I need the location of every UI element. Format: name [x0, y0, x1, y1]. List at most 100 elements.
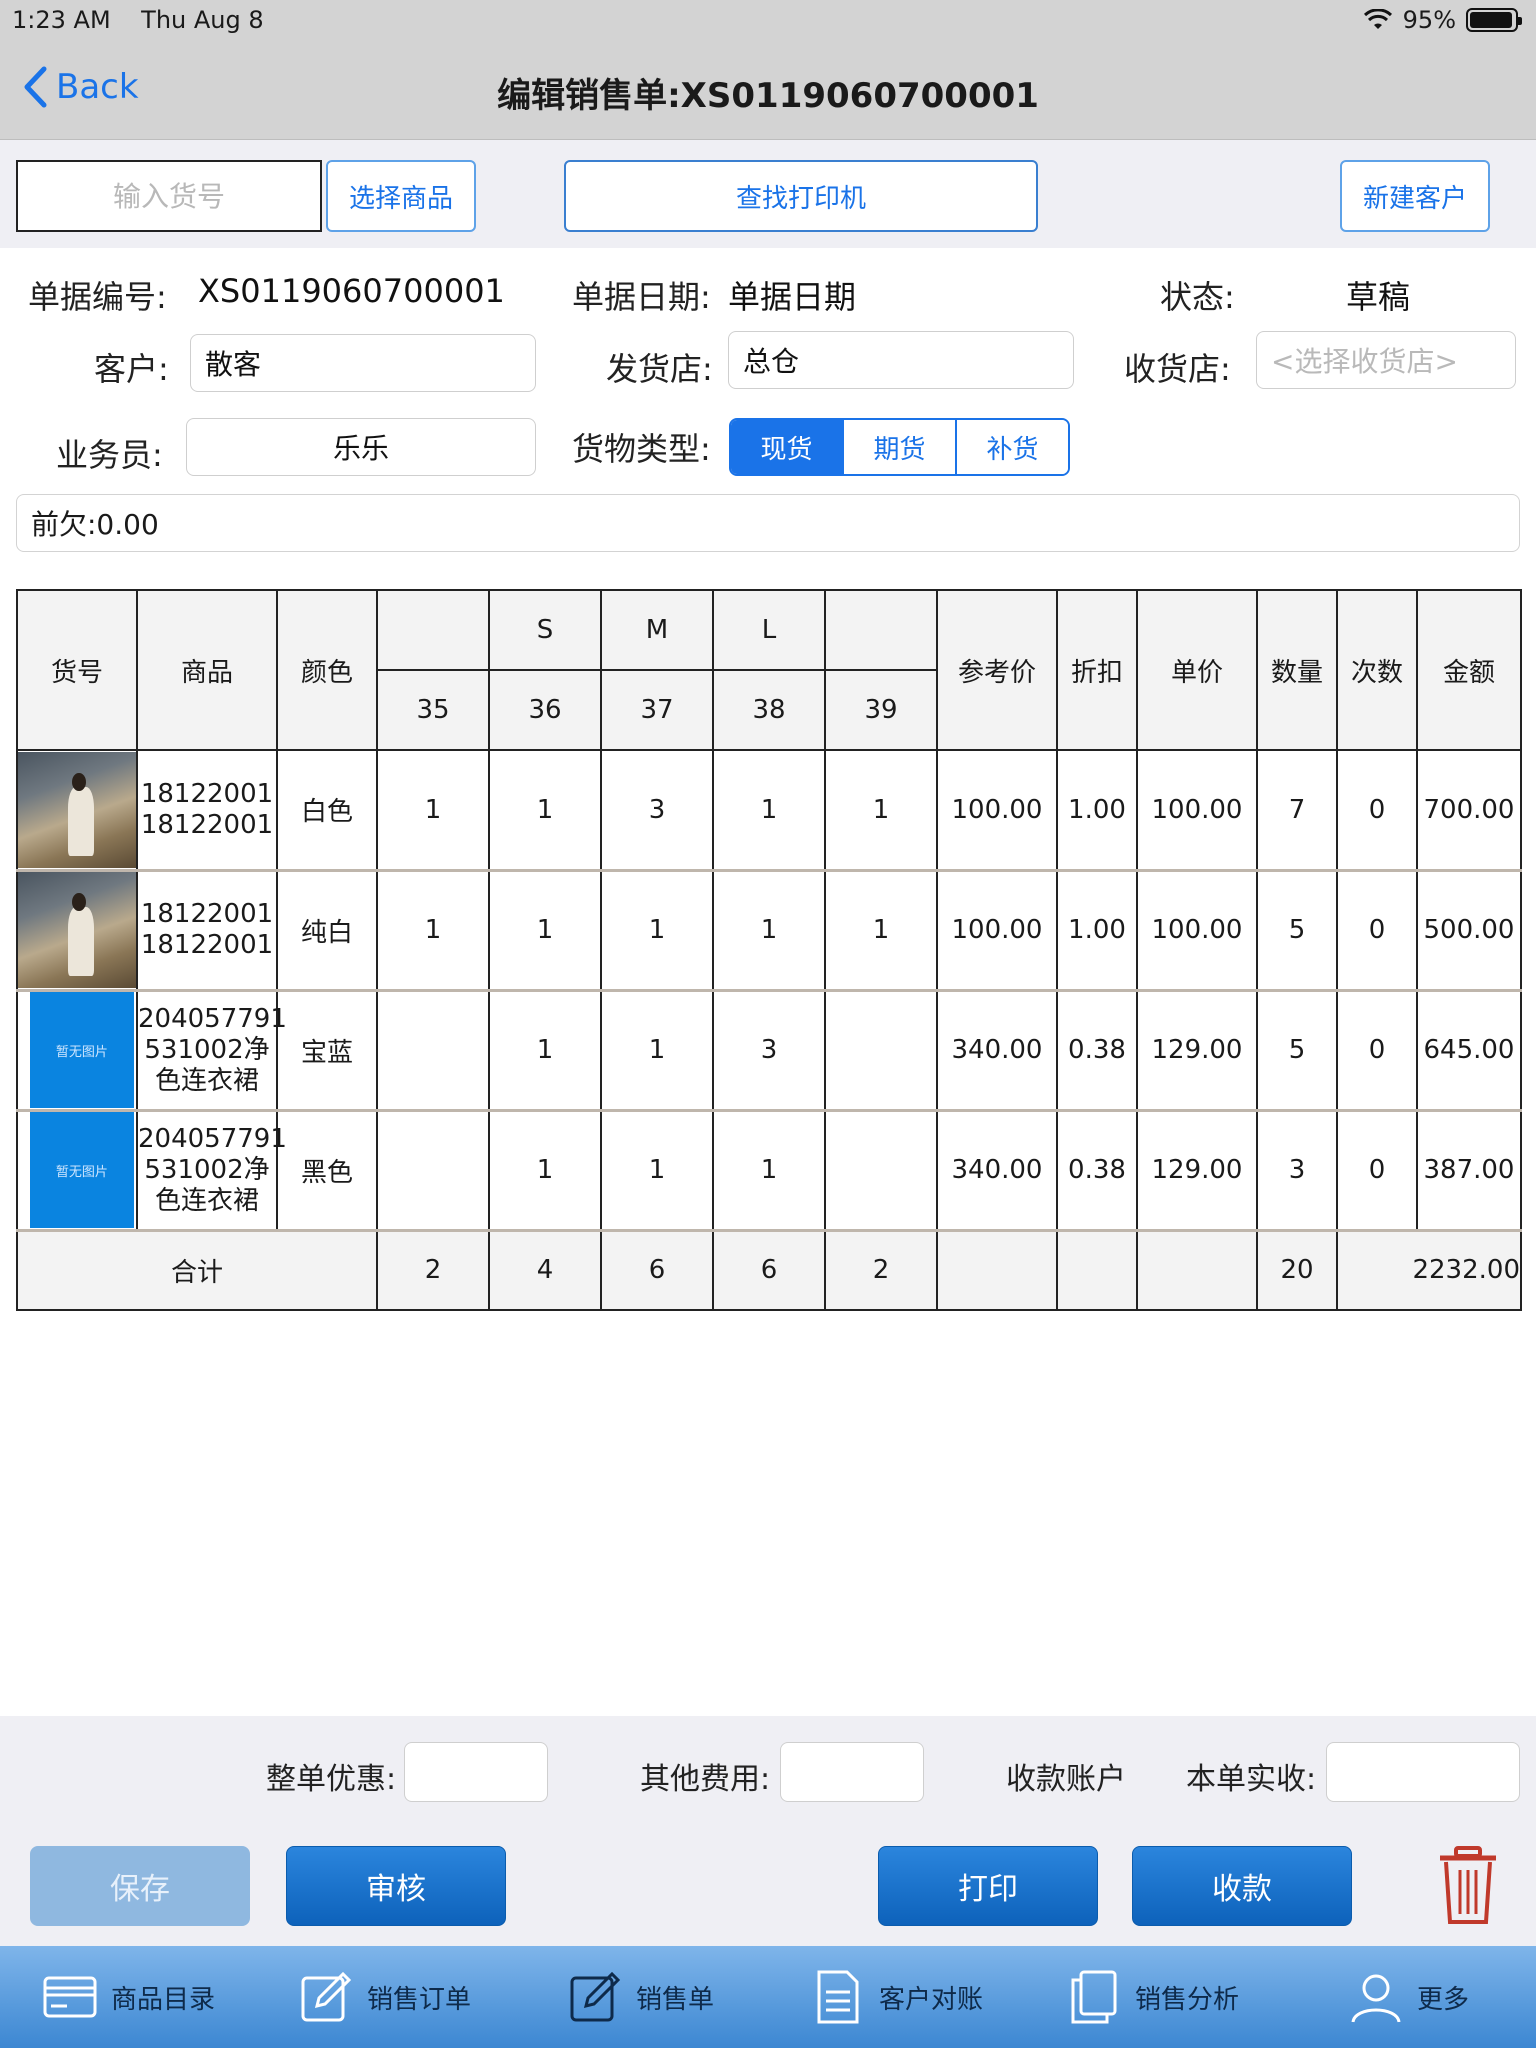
- unit-price-cell[interactable]: 100.00: [1136, 869, 1258, 992]
- tab-goods-catalog[interactable]: 商品目录: [0, 1946, 256, 2048]
- size-qty-cell[interactable]: [376, 1109, 490, 1232]
- discount-cell[interactable]: 1.00: [1056, 749, 1138, 872]
- size-qty-cell[interactable]: 3: [712, 989, 826, 1112]
- customer-field[interactable]: 散客: [190, 334, 536, 392]
- size-qty-cell[interactable]: 1: [824, 869, 938, 992]
- size-qty-cell[interactable]: 1: [600, 1109, 714, 1232]
- document-icon: [817, 1970, 859, 2024]
- other-fee-label: 其他费用:: [640, 1762, 771, 1797]
- size-qty-cell[interactable]: 1: [488, 989, 602, 1112]
- size-qty-cell[interactable]: [824, 989, 938, 1112]
- collect-button[interactable]: 收款: [1132, 1846, 1352, 1926]
- salesman-field[interactable]: 乐乐: [186, 418, 536, 476]
- goods-type-futures[interactable]: 期货: [844, 420, 957, 474]
- product-thumbnail-cell[interactable]: 暂无图片: [16, 989, 138, 1112]
- size-qty-cell[interactable]: 1: [488, 1109, 602, 1232]
- whole-discount-input[interactable]: [404, 1742, 548, 1802]
- trash-icon[interactable]: [1436, 1846, 1500, 1926]
- unit-price-cell[interactable]: 100.00: [1136, 749, 1258, 872]
- new-customer-button[interactable]: 新建客户: [1340, 160, 1490, 232]
- col-qty: 数量: [1256, 589, 1338, 751]
- discount-cell[interactable]: 0.38: [1056, 989, 1138, 1112]
- tab-customer-statement[interactable]: 客户对账: [768, 1946, 1024, 2048]
- size-qty-cell[interactable]: 1: [600, 989, 714, 1112]
- recv-store-field[interactable]: <选择收货店>: [1256, 331, 1516, 389]
- copy-icon: [1071, 1970, 1117, 2024]
- qty-cell: 3: [1256, 1109, 1338, 1232]
- size-qty-cell[interactable]: [824, 1109, 938, 1232]
- goods-type-replenish[interactable]: 补货: [957, 420, 1068, 474]
- col-size-group: S: [488, 589, 602, 671]
- clock: 1:23 AM: [12, 6, 111, 34]
- size-qty-cell[interactable]: 1: [712, 869, 826, 992]
- status-indicators: 95%: [1363, 6, 1522, 34]
- amount-cell: 500.00: [1416, 869, 1522, 992]
- col-discount: 折扣: [1056, 589, 1138, 751]
- tab-more[interactable]: 更多: [1280, 1946, 1536, 2048]
- amount-cell: 700.00: [1416, 749, 1522, 872]
- unit-price-cell[interactable]: 129.00: [1136, 989, 1258, 1112]
- actual-received-input[interactable]: [1326, 1742, 1520, 1802]
- col-amount: 金额: [1416, 589, 1522, 751]
- payment-account-label[interactable]: 收款账户: [1006, 1754, 1126, 1798]
- size-qty-cell[interactable]: 1: [376, 869, 490, 992]
- ship-store-field[interactable]: 总仓: [728, 331, 1074, 389]
- audit-button[interactable]: 审核: [286, 1846, 506, 1926]
- print-button[interactable]: 打印: [878, 1846, 1098, 1926]
- col-color: 颜色: [276, 589, 378, 751]
- size-qty-cell[interactable]: [376, 989, 490, 1112]
- save-button[interactable]: 保存: [30, 1846, 250, 1926]
- col-size-group: M: [600, 589, 714, 671]
- goods-type-spot[interactable]: 现货: [731, 420, 844, 474]
- customer-label: 客户:: [94, 350, 169, 388]
- actual-received-label: 本单实收:: [1186, 1762, 1317, 1797]
- discount-cell[interactable]: 0.38: [1056, 1109, 1138, 1232]
- table-body: 18122001 18122001 白色 1 1 3 1 1 100.00 1.00 100.00…: [16, 749, 1522, 1232]
- total-amount: 2232.00: [1336, 1229, 1522, 1311]
- col-size: 38: [712, 669, 826, 751]
- amount-cell: 645.00: [1416, 989, 1522, 1112]
- col-size: 36: [488, 669, 602, 751]
- bill-date-value[interactable]: 单据日期: [728, 272, 856, 318]
- times-cell: 0: [1336, 869, 1418, 992]
- person-icon: [1351, 1974, 1401, 2023]
- total-size: 2: [824, 1229, 938, 1311]
- color-cell: 白色: [276, 749, 378, 872]
- size-qty-cell[interactable]: 1: [488, 749, 602, 872]
- size-qty-cell[interactable]: 1: [600, 869, 714, 992]
- total-size: 4: [488, 1229, 602, 1311]
- product-thumbnail-cell[interactable]: 暂无图片: [16, 1109, 138, 1232]
- product-thumbnail-cell[interactable]: [16, 749, 138, 872]
- select-goods-button[interactable]: 选择商品: [326, 160, 476, 232]
- find-printer-button[interactable]: 查找打印机: [564, 160, 1038, 232]
- tab-sales-bill[interactable]: 销售单: [512, 1946, 768, 2048]
- other-fee-input[interactable]: [780, 1742, 924, 1802]
- tab-sales-order[interactable]: 销售订单: [256, 1946, 512, 2048]
- size-qty-cell[interactable]: 3: [600, 749, 714, 872]
- table-row[interactable]: 18122001 18122001 白色 1 1 3 1 1 100.00 1.00 100.00…: [16, 749, 1522, 872]
- size-qty-cell[interactable]: 1: [824, 749, 938, 872]
- size-qty-cell[interactable]: 1: [376, 749, 490, 872]
- unit-price-cell[interactable]: 129.00: [1136, 1109, 1258, 1232]
- ref-price-cell: 340.00: [936, 989, 1058, 1112]
- times-cell: 0: [1336, 1109, 1418, 1232]
- status-time: 1:23 AM Thu Aug 8: [12, 6, 264, 34]
- product-code-input[interactable]: [16, 160, 322, 232]
- table-row[interactable]: 暂无图片 204057791 531002净 色连衣裙 宝蓝 1 1 3 340.00 0.3…: [16, 989, 1522, 1112]
- action-bar: 选择商品 查找打印机 新建客户: [0, 140, 1536, 248]
- total-empty: [936, 1229, 1058, 1311]
- size-qty-cell[interactable]: 1: [712, 749, 826, 872]
- tab-sales-analysis[interactable]: 销售分析: [1024, 1946, 1280, 2048]
- color-cell: 宝蓝: [276, 989, 378, 1112]
- discount-cell[interactable]: 1.00: [1056, 869, 1138, 992]
- tab-label: 销售订单: [366, 1984, 471, 2015]
- col-size: 35: [376, 669, 490, 751]
- tab-label: 商品目录: [110, 1984, 215, 2015]
- table-row[interactable]: 18122001 18122001 纯白 1 1 1 1 1 100.00 1.00 100.00…: [16, 869, 1522, 992]
- size-qty-cell[interactable]: 1: [712, 1109, 826, 1232]
- whole-discount-label: 整单优惠:: [266, 1762, 397, 1797]
- table-row[interactable]: 暂无图片 204057791 531002净 色连衣裙 黑色 1 1 1 340.00 0.3…: [16, 1109, 1522, 1232]
- product-cell: 204057791 531002净 色连衣裙: [136, 1109, 287, 1232]
- product-thumbnail-cell[interactable]: [16, 869, 138, 992]
- size-qty-cell[interactable]: 1: [488, 869, 602, 992]
